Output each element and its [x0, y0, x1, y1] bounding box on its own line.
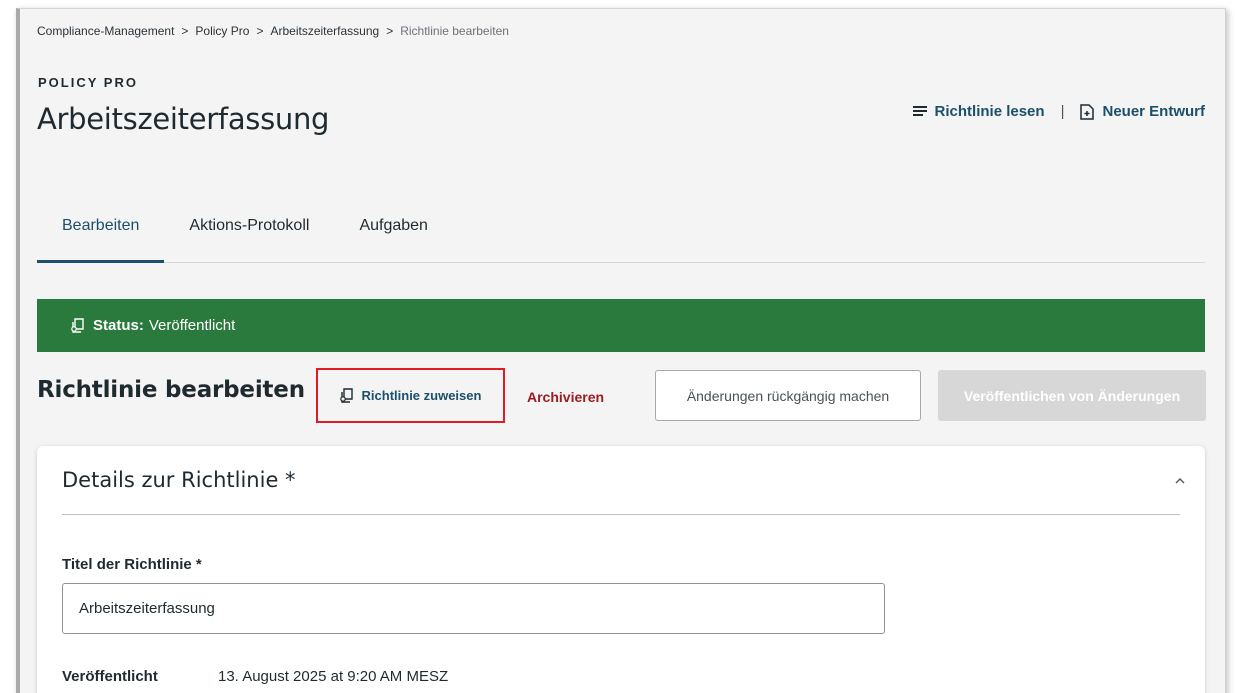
publish-changes-button: Veröffentlichen von Änderungen	[938, 370, 1206, 421]
published-value: 13. August 2025 at 9:20 AM MESZ	[218, 668, 449, 685]
policy-title-input[interactable]	[62, 583, 885, 634]
app-eyebrow: POLICY PRO	[38, 75, 138, 90]
new-document-icon	[1080, 103, 1095, 120]
card-title: Details zur Richtlinie *	[62, 468, 296, 492]
breadcrumb: Compliance-Management > Policy Pro > Arb…	[37, 24, 509, 38]
section-title: Richtlinie bearbeiten	[37, 377, 305, 403]
breadcrumb-separator: >	[386, 24, 394, 38]
published-label: Veröffentlicht	[62, 668, 158, 685]
policy-details-card: Details zur Richtlinie * Titel der Richt…	[37, 446, 1205, 693]
breadcrumb-item-policy-pro[interactable]: Policy Pro	[195, 24, 249, 38]
new-draft-link[interactable]: Neuer Entwurf	[1080, 103, 1205, 120]
page-title: Arbeitszeiterfassung	[37, 102, 330, 136]
new-draft-label: Neuer Entwurf	[1102, 103, 1205, 120]
status-value: Veröffentlicht	[148, 317, 236, 334]
app-window: Compliance-Management > Policy Pro > Arb…	[16, 8, 1226, 693]
read-policy-label: Richtlinie lesen	[934, 103, 1045, 120]
archive-button[interactable]: Archivieren	[527, 379, 604, 414]
breadcrumb-separator: >	[256, 24, 264, 38]
breadcrumb-separator: >	[181, 24, 189, 38]
policy-stack-icon	[71, 318, 84, 333]
breadcrumb-item-compliance[interactable]: Compliance-Management	[37, 24, 174, 38]
assign-policy-button[interactable]: Richtlinie zuweisen	[316, 368, 505, 423]
breadcrumb-item-policy[interactable]: Arbeitszeiterfassung	[270, 24, 379, 38]
tab-aufgaben[interactable]: Aufgaben	[334, 205, 453, 263]
chevron-up-icon[interactable]	[1175, 472, 1185, 487]
read-policy-link[interactable]: Richtlinie lesen	[912, 103, 1045, 120]
assign-policy-label: Richtlinie zuweisen	[361, 388, 482, 403]
tab-bar: Bearbeiten Aktions-Protokoll Aufgaben	[37, 205, 1205, 263]
list-lines-icon	[912, 106, 927, 117]
actions-divider: |	[1060, 103, 1065, 120]
revert-changes-button[interactable]: Änderungen rückgängig machen	[655, 370, 921, 421]
policy-stack-icon	[339, 388, 353, 403]
published-row: Veröffentlicht 13. August 2025 at 9:20 A…	[62, 668, 448, 685]
policy-title-label: Titel der Richtlinie *	[62, 556, 202, 573]
status-label: Status:	[93, 317, 144, 334]
status-banner: Status: Veröffentlicht	[37, 299, 1205, 352]
breadcrumb-item-current: Richtlinie bearbeiten	[400, 24, 509, 38]
tab-aktions-protokoll[interactable]: Aktions-Protokoll	[164, 205, 334, 263]
card-divider	[62, 514, 1180, 515]
tab-bearbeiten[interactable]: Bearbeiten	[37, 205, 165, 263]
header-actions: Richtlinie lesen | Neuer Entwurf	[912, 103, 1205, 120]
